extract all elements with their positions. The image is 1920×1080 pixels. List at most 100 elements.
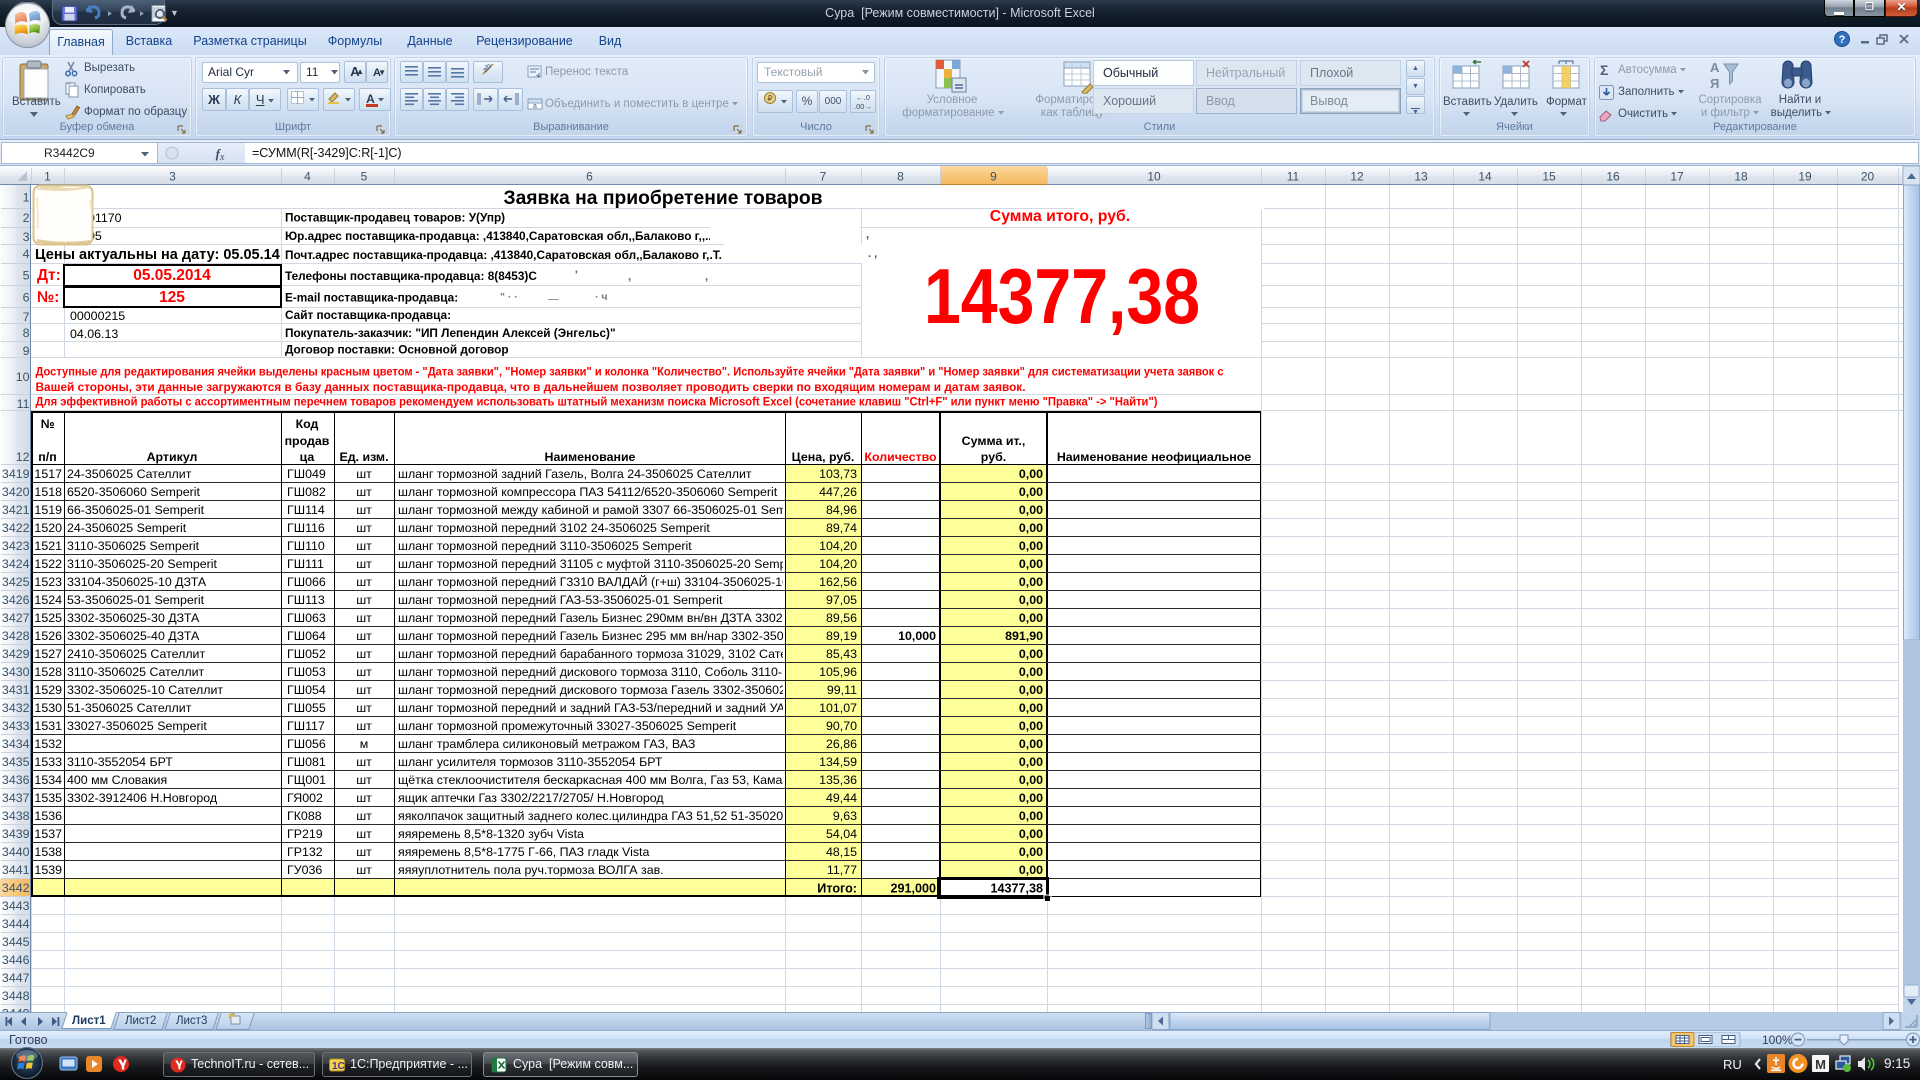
svg-text:26,86: 26,86	[826, 737, 857, 751]
svg-text:ГШ117: ГШ117	[287, 719, 325, 733]
svg-text:яяколпачок защитный заднего ко: яяколпачок защитный заднего колес.цилинд…	[398, 809, 790, 823]
svg-text:24-3506025 Semperit: 24-3506025 Semperit	[67, 521, 187, 535]
svg-text:ГР132: ГР132	[287, 845, 323, 859]
svg-text:0,00: 0,00	[1019, 503, 1043, 517]
svg-text:Наименование неофициальное: Наименование неофициальное	[1057, 450, 1251, 464]
svg-text:ГШ081: ГШ081	[287, 755, 326, 769]
svg-text:12: 12	[1350, 170, 1364, 184]
svg-text:17: 17	[1670, 170, 1684, 184]
svg-text:ГШ114: ГШ114	[287, 503, 325, 517]
svg-text:3444: 3444	[2, 917, 30, 931]
svg-text:14: 14	[1478, 170, 1492, 184]
svg-text:11: 11	[17, 397, 30, 411]
svg-text:п/п: п/п	[38, 450, 56, 464]
svg-text:3433: 3433	[2, 719, 30, 733]
svg-text:ab: ab	[481, 62, 494, 74]
svg-text:ГШ054: ГШ054	[287, 683, 326, 697]
svg-text:3302-3506025-10 Сателлит: 3302-3506025-10 Сателлит	[67, 683, 223, 697]
svg-text:89,74: 89,74	[826, 521, 857, 535]
svg-text:шланг тормозной передний Газел: шланг тормозной передний Газель Бизнес 2…	[398, 629, 784, 643]
svg-text:1532: 1532	[34, 737, 62, 751]
svg-text:3426: 3426	[2, 593, 30, 607]
svg-text:104,20: 104,20	[819, 539, 857, 553]
svg-text:шт: шт	[356, 467, 372, 481]
svg-text:шт: шт	[356, 863, 372, 877]
svg-text:89,56: 89,56	[826, 611, 857, 625]
svg-text:1530: 1530	[34, 701, 62, 715]
svg-text:Артикул: Артикул	[147, 450, 198, 464]
svg-text:1: 1	[23, 191, 30, 205]
svg-text:Покупатель-заказчик: "ИП Лепен: Покупатель-заказчик: "ИП Лепендин Алексе…	[285, 326, 616, 340]
svg-text:0,00: 0,00	[1019, 809, 1043, 823]
svg-text:291,000: 291,000	[890, 882, 936, 896]
svg-text:3423: 3423	[2, 539, 30, 553]
svg-text:шт: шт	[356, 485, 372, 499]
svg-text:97,05: 97,05	[826, 593, 857, 607]
svg-text:3427: 3427	[2, 611, 30, 625]
svg-text:0,00: 0,00	[1019, 827, 1043, 841]
svg-text:продав: продав	[285, 434, 330, 448]
svg-text:шланг усилителя тормозов 3110-: шланг усилителя тормозов 3110-3552054 БР…	[398, 755, 663, 769]
svg-text:шланг тормозной компрессора ПА: шланг тормозной компрессора ПАЗ 54112/65…	[398, 485, 778, 499]
svg-text:1533: 1533	[34, 755, 62, 769]
svg-text:18: 18	[1734, 170, 1748, 184]
svg-text:№:: №:	[37, 289, 59, 306]
svg-text:1526: 1526	[34, 629, 62, 643]
svg-text:Вашей стороны, эти данные загр: Вашей стороны, эти данные загружаются в …	[36, 380, 1026, 394]
svg-text:3: 3	[169, 170, 176, 184]
svg-text:1534: 1534	[34, 773, 62, 787]
svg-text:Доступные для редактирования я: Доступные для редактирования ячейки выде…	[36, 365, 1224, 379]
svg-text:49,44: 49,44	[826, 791, 857, 805]
svg-text:3438: 3438	[2, 809, 30, 823]
svg-text:11: 11	[1287, 170, 1300, 184]
svg-text:шланг тормозной передний 3102: шланг тормозной передний 3102 24-3506025…	[398, 521, 710, 535]
svg-text:11,77: 11,77	[827, 863, 857, 877]
svg-text:6: 6	[586, 170, 593, 184]
svg-text:ГШ063: ГШ063	[287, 611, 326, 625]
svg-text:Поставщик-продавец товаров: У(: Поставщик-продавец товаров: У(Упр)	[285, 211, 505, 225]
svg-text:6: 6	[23, 291, 30, 305]
svg-text:2410-3506025 Сателлит: 2410-3506025 Сателлит	[67, 647, 205, 661]
svg-text:125: 125	[159, 289, 185, 306]
svg-text:3437: 3437	[2, 791, 30, 805]
svg-text:Наименование: Наименование	[545, 450, 636, 464]
svg-text:ГШ064: ГШ064	[287, 629, 326, 643]
svg-text:0,00: 0,00	[1019, 575, 1043, 589]
svg-text:5: 5	[23, 269, 30, 283]
svg-text:ГШ049: ГШ049	[287, 467, 326, 481]
svg-text:шт: шт	[356, 647, 372, 661]
svg-text:шт: шт	[356, 845, 372, 859]
svg-text:33027-3506025 Semperit: 33027-3506025 Semperit	[67, 719, 207, 733]
svg-text:шланг тормозной промежуточный: шланг тормозной промежуточный 33027-3506…	[398, 719, 737, 733]
svg-text:Заявка на приобретение товаров: Заявка на приобретение товаров	[503, 188, 822, 209]
svg-text:3443: 3443	[2, 899, 30, 913]
svg-text:0,00: 0,00	[1019, 863, 1043, 877]
svg-text:54,04: 54,04	[826, 827, 857, 841]
svg-text:105,96: 105,96	[819, 665, 857, 679]
svg-text:90,70: 90,70	[826, 719, 857, 733]
svg-text:33104-3506025-10 ДЗТА: 33104-3506025-10 ДЗТА	[67, 575, 207, 589]
svg-text:Сайт поставщика-продавца:: Сайт поставщика-продавца:	[285, 308, 451, 322]
svg-text:,: ,	[866, 229, 869, 241]
svg-text:шт: шт	[356, 665, 372, 679]
svg-text:ГШ052: ГШ052	[287, 647, 326, 661]
svg-text:14377,38: 14377,38	[990, 882, 1043, 896]
svg-text:шланг тормозной передний 31105: шланг тормозной передний 31105 с муфтой …	[398, 557, 787, 571]
svg-text:ГУ036: ГУ036	[287, 863, 322, 877]
svg-text:53-3506025-01 Semperit: 53-3506025-01 Semperit	[67, 593, 205, 607]
svg-text:3448: 3448	[2, 989, 30, 1003]
svg-text:3430: 3430	[2, 665, 30, 679]
svg-text:шт: шт	[356, 557, 372, 571]
svg-text:шланг тормозной передний и зад: шланг тормозной передний и задний ГАЗ-53…	[398, 701, 792, 715]
svg-text:M: M	[1815, 1057, 1826, 1072]
svg-text:0,00: 0,00	[1019, 521, 1043, 535]
svg-text:10: 10	[1147, 170, 1161, 184]
svg-text:Сумма итого, руб.: Сумма итого, руб.	[990, 208, 1130, 225]
svg-text:3424: 3424	[2, 557, 30, 571]
svg-text:1С: 1С	[332, 1061, 345, 1072]
svg-text:0,00: 0,00	[1019, 791, 1043, 805]
svg-text:3432: 3432	[2, 701, 30, 715]
svg-text:шт: шт	[356, 539, 372, 553]
svg-text:9,63: 9,63	[833, 809, 857, 823]
svg-text:шт: шт	[356, 611, 372, 625]
